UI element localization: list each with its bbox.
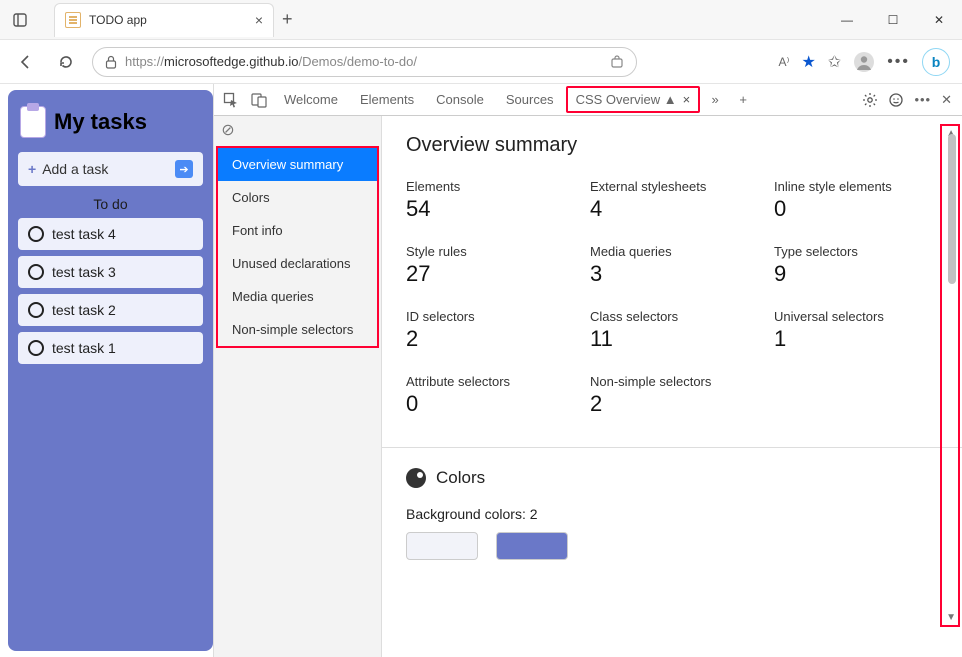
close-tab-icon[interactable]: ×	[255, 12, 263, 28]
tab-actions-icon[interactable]	[0, 13, 40, 27]
sidebar-item-nonsimple[interactable]: Non-simple selectors	[218, 313, 377, 346]
address-bar: https://microsoftedge.github.io/Demos/de…	[0, 40, 962, 84]
stats-grid: Elements54 External stylesheets4 Inline …	[406, 179, 938, 417]
close-window-button[interactable]: ✕	[916, 0, 962, 40]
back-button[interactable]	[12, 48, 40, 76]
task-item[interactable]: test task 3	[18, 256, 203, 288]
stat-id-selectors: ID selectors2	[406, 309, 570, 352]
task-item[interactable]: test task 1	[18, 332, 203, 364]
sidebar-item-font[interactable]: Font info	[218, 214, 377, 247]
close-tab-icon[interactable]: ×	[683, 92, 691, 107]
stat-universal-selectors: Universal selectors1	[774, 309, 938, 352]
css-overview-main: Overview summary Elements54 External sty…	[382, 116, 962, 657]
stat-external-stylesheets: External stylesheets4	[590, 179, 754, 222]
stat-inline-style: Inline style elements0	[774, 179, 938, 222]
color-swatch[interactable]	[406, 532, 478, 560]
more-tabs-icon[interactable]: »	[702, 87, 728, 113]
browser-tab[interactable]: TODO app ×	[54, 3, 274, 37]
favorite-icon[interactable]: ★	[801, 52, 815, 72]
tab-css-overview[interactable]: CSS Overview ▲×	[566, 86, 701, 113]
url-input[interactable]: https://microsoftedge.github.io/Demos/de…	[92, 47, 637, 77]
devtools-panel: Welcome Elements Console Sources CSS Ove…	[213, 84, 962, 657]
divider	[382, 447, 962, 448]
feedback-icon[interactable]	[888, 92, 904, 108]
window-controls: — ☐ ✕	[824, 0, 962, 40]
stat-non-simple-selectors: Non-simple selectors2	[590, 374, 754, 417]
read-aloud-icon[interactable]: A⁾	[778, 55, 789, 69]
stat-elements: Elements54	[406, 179, 570, 222]
stat-attribute-selectors: Attribute selectors0	[406, 374, 570, 417]
url-text: https://microsoftedge.github.io/Demos/de…	[125, 54, 602, 69]
page-title: Overview summary	[406, 134, 938, 157]
color-swatch[interactable]	[496, 532, 568, 560]
clear-overview-icon[interactable]: ⊘	[214, 116, 242, 144]
maximize-button[interactable]: ☐	[870, 0, 916, 40]
color-swatches	[406, 532, 938, 560]
device-toggle-icon[interactable]	[246, 87, 272, 113]
bg-colors-label: Background colors: 2	[406, 506, 938, 522]
favorites-bar-icon[interactable]: ✩	[828, 52, 841, 72]
scrollbar-thumb[interactable]	[948, 134, 956, 284]
more-icon[interactable]: •••	[914, 92, 931, 107]
bing-chat-icon[interactable]: b	[922, 48, 950, 76]
plus-icon: +	[28, 161, 36, 177]
palette-icon	[406, 468, 426, 488]
menu-icon[interactable]: •••	[887, 53, 910, 71]
app-title: My tasks	[54, 109, 147, 135]
stat-type-selectors: Type selectors9	[774, 244, 938, 287]
sidebar-item-unused[interactable]: Unused declarations	[218, 247, 377, 280]
radio-icon[interactable]	[28, 264, 44, 280]
inspect-icon[interactable]	[218, 87, 244, 113]
colors-heading: Colors	[406, 468, 938, 488]
devtools-tabstrip: Welcome Elements Console Sources CSS Ove…	[214, 84, 962, 116]
add-task-label: Add a task	[42, 161, 108, 177]
css-overview-sidebar: ⊘ Overview summary Colors Font info Unus…	[214, 116, 382, 657]
radio-icon[interactable]	[28, 340, 44, 356]
tab-elements[interactable]: Elements	[350, 86, 424, 113]
tab-favicon	[65, 12, 81, 28]
profile-icon[interactable]	[853, 51, 875, 73]
stat-media-queries: Media queries3	[590, 244, 754, 287]
stat-style-rules: Style rules27	[406, 244, 570, 287]
sidebar-item-colors[interactable]: Colors	[218, 181, 377, 214]
tab-title: TODO app	[89, 13, 247, 27]
tab-welcome[interactable]: Welcome	[274, 86, 348, 113]
task-item[interactable]: test task 2	[18, 294, 203, 326]
scroll-down-icon[interactable]: ▼	[946, 612, 956, 623]
window-titlebar: TODO app × + — ☐ ✕	[0, 0, 962, 40]
refresh-button[interactable]	[52, 48, 80, 76]
task-item[interactable]: test task 4	[18, 218, 203, 250]
add-tab-icon[interactable]: +	[730, 87, 756, 113]
new-tab-button[interactable]: +	[282, 9, 293, 30]
section-label: To do	[16, 196, 205, 212]
todo-app-panel: My tasks + Add a task ➔ To do test task …	[8, 90, 213, 651]
close-devtools-icon[interactable]: ✕	[941, 92, 952, 108]
tab-console[interactable]: Console	[426, 86, 494, 113]
radio-icon[interactable]	[28, 302, 44, 318]
add-task-input[interactable]: + Add a task ➔	[18, 152, 203, 186]
minimize-button[interactable]: —	[824, 0, 870, 40]
radio-icon[interactable]	[28, 226, 44, 242]
app-header: My tasks	[16, 100, 205, 152]
shopping-icon[interactable]	[610, 55, 624, 69]
lock-icon	[105, 55, 117, 69]
sidebar-item-media[interactable]: Media queries	[218, 280, 377, 313]
tab-sources[interactable]: Sources	[496, 86, 564, 113]
stat-class-selectors: Class selectors11	[590, 309, 754, 352]
clipboard-icon	[20, 106, 46, 138]
sidebar-item-overview[interactable]: Overview summary	[218, 148, 377, 181]
settings-icon[interactable]	[862, 92, 878, 108]
submit-task-button[interactable]: ➔	[175, 160, 193, 178]
